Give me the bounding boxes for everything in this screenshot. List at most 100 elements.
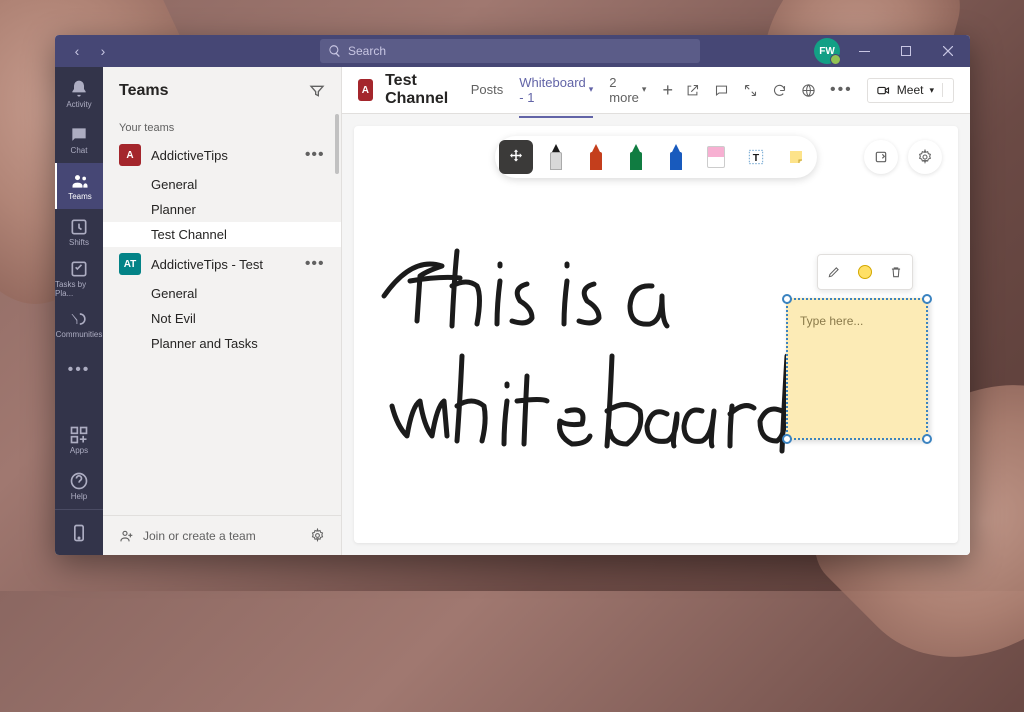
maximize-button[interactable] bbox=[888, 35, 924, 67]
tab-label: 2 more bbox=[609, 75, 639, 105]
meet-button[interactable]: Meet ▾ bbox=[867, 78, 954, 103]
chevron-down-icon: ▾ bbox=[642, 84, 647, 95]
text-icon: T bbox=[747, 148, 765, 166]
text-tool[interactable]: T bbox=[739, 140, 773, 174]
handwriting-ink bbox=[372, 226, 802, 466]
edit-icon[interactable] bbox=[827, 265, 841, 279]
nav-forward-button[interactable]: › bbox=[91, 39, 115, 63]
rail-label: Teams bbox=[68, 192, 92, 201]
refresh-icon[interactable] bbox=[772, 83, 787, 98]
sticky-icon bbox=[787, 148, 805, 166]
sticky-note-toolbar bbox=[817, 254, 913, 290]
team-more-button[interactable]: ••• bbox=[305, 146, 325, 164]
pen-blue[interactable] bbox=[659, 140, 693, 174]
help-icon bbox=[69, 471, 89, 491]
search-input[interactable] bbox=[348, 44, 692, 58]
rail-label: Activity bbox=[66, 100, 91, 109]
channel-row[interactable]: Planner and Tasks bbox=[103, 331, 341, 356]
rail-apps[interactable]: Apps bbox=[55, 417, 103, 463]
sidebar-title: Teams bbox=[119, 82, 309, 100]
nav-back-button[interactable]: ‹ bbox=[65, 39, 89, 63]
gear-icon bbox=[917, 149, 933, 165]
rail-chat[interactable]: Chat bbox=[55, 117, 103, 163]
settings-button[interactable] bbox=[908, 140, 942, 174]
tab-more[interactable]: 2 more▾ bbox=[609, 67, 646, 118]
channel-title: Test Channel bbox=[385, 72, 455, 108]
scrollbar[interactable] bbox=[335, 114, 339, 174]
section-label: Your teams bbox=[103, 114, 341, 138]
channel-row[interactable]: General bbox=[103, 172, 341, 197]
globe-icon[interactable] bbox=[801, 83, 816, 98]
add-tab-button[interactable]: + bbox=[662, 80, 673, 101]
titlebar: ‹ › FW bbox=[55, 35, 970, 67]
team-row[interactable]: A AddictiveTips ••• bbox=[103, 138, 341, 172]
clock-icon bbox=[69, 217, 89, 237]
channel-row[interactable]: Not Evil bbox=[103, 306, 341, 331]
conversation-icon[interactable] bbox=[714, 83, 729, 98]
tab-whiteboard[interactable]: Whiteboard - 1▾ bbox=[519, 67, 593, 118]
apps-icon bbox=[69, 425, 89, 445]
move-tool[interactable] bbox=[499, 140, 533, 174]
app-window: ‹ › FW Activity Chat Team bbox=[55, 35, 970, 555]
rail-shifts[interactable]: Shifts bbox=[55, 209, 103, 255]
channel-row-active[interactable]: Test Channel bbox=[103, 222, 341, 247]
pen-red[interactable] bbox=[579, 140, 613, 174]
eraser-icon bbox=[707, 146, 725, 168]
channel-row[interactable]: Planner bbox=[103, 197, 341, 222]
undo-button[interactable] bbox=[864, 140, 898, 174]
sticky-tool[interactable] bbox=[779, 140, 813, 174]
minimize-button[interactable] bbox=[846, 35, 882, 67]
rail-tasks[interactable]: Tasks by Pla... bbox=[55, 255, 103, 301]
rail-label: Apps bbox=[70, 446, 88, 455]
color-picker[interactable] bbox=[858, 265, 872, 279]
user-avatar[interactable]: FW bbox=[814, 38, 840, 64]
search-box[interactable] bbox=[320, 39, 700, 63]
expand-icon[interactable] bbox=[743, 83, 758, 98]
more-icon[interactable]: ••• bbox=[830, 81, 853, 99]
move-icon bbox=[507, 148, 525, 166]
team-name: AddictiveTips bbox=[151, 148, 295, 163]
whiteboard-canvas[interactable]: T bbox=[354, 126, 958, 543]
resize-handle[interactable] bbox=[922, 294, 932, 304]
rail-label: Help bbox=[71, 492, 87, 501]
channel-row[interactable]: General bbox=[103, 281, 341, 306]
resize-handle[interactable] bbox=[782, 294, 792, 304]
sticky-placeholder[interactable]: Type here... bbox=[788, 300, 926, 342]
channel-avatar: A bbox=[358, 79, 373, 101]
join-team-icon[interactable] bbox=[119, 528, 135, 544]
eraser-tool[interactable] bbox=[699, 140, 733, 174]
yammer-icon bbox=[69, 309, 89, 329]
filter-icon[interactable] bbox=[309, 83, 325, 99]
join-create-link[interactable]: Join or create a team bbox=[143, 529, 256, 543]
team-avatar: A bbox=[119, 144, 141, 166]
gear-icon[interactable] bbox=[310, 528, 325, 543]
pen-green[interactable] bbox=[619, 140, 653, 174]
rail-label: Communities bbox=[56, 330, 103, 339]
mobile-icon bbox=[69, 523, 89, 543]
search-icon bbox=[328, 44, 342, 58]
delete-icon[interactable] bbox=[889, 265, 903, 279]
close-button[interactable] bbox=[930, 35, 966, 67]
chevron-down-icon: ▾ bbox=[929, 85, 934, 96]
rail-help[interactable]: Help bbox=[55, 463, 103, 509]
resize-handle[interactable] bbox=[782, 434, 792, 444]
team-more-button[interactable]: ••• bbox=[305, 255, 325, 273]
tab-posts[interactable]: Posts bbox=[471, 70, 504, 110]
sticky-note[interactable]: Type here... bbox=[786, 298, 928, 440]
rail-mobile[interactable] bbox=[55, 509, 103, 555]
resize-handle[interactable] bbox=[922, 434, 932, 444]
pop-out-icon[interactable] bbox=[685, 83, 700, 98]
rail-teams[interactable]: Teams bbox=[55, 163, 103, 209]
team-avatar: AT bbox=[119, 253, 141, 275]
more-icon: ••• bbox=[68, 361, 91, 379]
sidebar-footer: Join or create a team bbox=[103, 515, 341, 555]
teams-sidebar: Teams Your teams A AddictiveTips ••• Gen… bbox=[103, 67, 342, 555]
rail-more[interactable]: ••• bbox=[55, 347, 103, 393]
svg-text:T: T bbox=[753, 152, 760, 164]
rail-communities[interactable]: Communities bbox=[55, 301, 103, 347]
team-name: AddictiveTips - Test bbox=[151, 257, 295, 272]
rail-activity[interactable]: Activity bbox=[55, 71, 103, 117]
pen-black[interactable] bbox=[539, 140, 573, 174]
tab-label: Whiteboard - 1 bbox=[519, 75, 585, 105]
team-row[interactable]: AT AddictiveTips - Test ••• bbox=[103, 247, 341, 281]
